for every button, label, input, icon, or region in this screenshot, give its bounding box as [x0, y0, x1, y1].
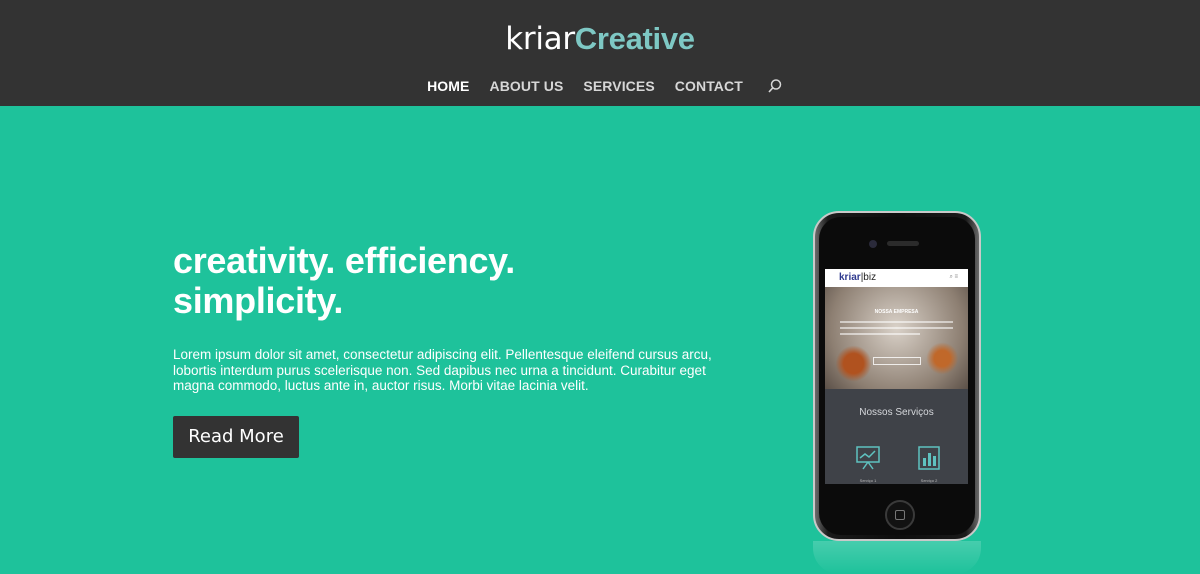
phone-screen-hero-text-line — [840, 333, 920, 335]
phone-reflection — [813, 541, 981, 574]
phone-screen-logo: kriar|biz — [839, 272, 877, 283]
nav-item-contact[interactable]: CONTACT — [665, 76, 753, 96]
phone-screen-hero-text-line — [840, 321, 953, 323]
phone-screen-header-icons: ⌕ ≡ — [949, 274, 958, 280]
hero-description: Lorem ipsum dolor sit amet, consectetur … — [173, 347, 712, 393]
hero-title: creativity. efficiency. simplicity. — [173, 241, 693, 321]
nav-item-about-us[interactable]: ABOUT US — [480, 76, 574, 96]
search-icon[interactable] — [767, 78, 783, 94]
phone-screen-services-title: Nossos Serviços — [859, 407, 934, 418]
hero-title-line-1: creativity. efficiency. — [173, 240, 515, 281]
phone-screen-hero-button — [873, 357, 921, 365]
phone-screen: kriar|biz ⌕ ≡ NOSSA EMPRESA Nossos Servi… — [825, 269, 968, 484]
logo-text-primary: kriar — [505, 21, 575, 57]
phone-screen-hero: NOSSA EMPRESA — [825, 287, 968, 389]
presentation-chart-icon — [856, 446, 880, 470]
bar-chart-icon — [918, 446, 940, 470]
hero-title-line-2: simplicity. — [173, 280, 344, 321]
phone-screen-service-1-label: Serviço 1 — [859, 478, 877, 483]
logo-text-accent: Creative — [574, 21, 695, 56]
site-header: kriarCreative HOME ABOUT US SERVICES CON… — [0, 0, 1200, 106]
phone-camera — [869, 240, 877, 248]
main-nav: HOME ABOUT US SERVICES CONTACT — [0, 76, 1200, 96]
nav-item-home[interactable]: HOME — [417, 76, 479, 96]
read-more-button[interactable]: Read More — [173, 416, 299, 458]
phone-screen-hero-text-line — [840, 327, 953, 329]
phone-screen-service-2-label: Serviço 2 — [920, 478, 938, 483]
phone-screen-hero-title: NOSSA EMPRESA — [874, 309, 919, 315]
phone-speaker — [887, 241, 919, 246]
site-logo[interactable]: kriarCreative — [0, 18, 1200, 59]
phone-home-button — [885, 500, 915, 530]
phone-screen-header: kriar|biz ⌕ ≡ — [825, 269, 968, 287]
nav-item-services[interactable]: SERVICES — [573, 76, 664, 96]
